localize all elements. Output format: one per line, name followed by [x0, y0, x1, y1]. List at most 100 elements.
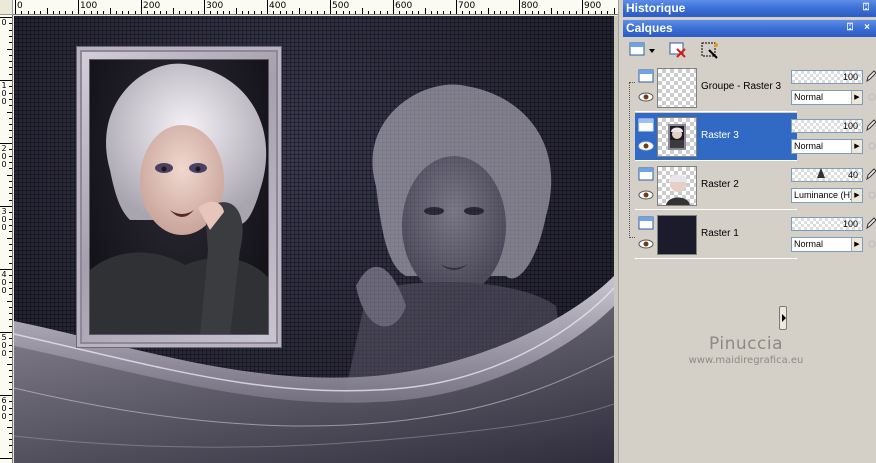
ruler-tick [9, 338, 12, 340]
canvas-area: 0 100 200 300 400 500 600 700 800 900 0 100 200 300 4… [0, 0, 618, 463]
ruler-top-label: 900 [584, 1, 602, 11]
layer-row-raster-1[interactable]: Raster 1 [635, 211, 797, 259]
ruler-tick [9, 92, 12, 94]
eye-icon[interactable] [638, 239, 654, 249]
raster-layer-icon[interactable] [638, 118, 654, 132]
ruler-tick [33, 11, 35, 14]
ruler-tick [153, 11, 155, 14]
ruler-tick [506, 11, 508, 14]
new-layer-button[interactable] [627, 40, 657, 60]
chevron-right-icon: ▶ [851, 140, 862, 153]
blend-mode-value: Normal [794, 141, 824, 151]
blend-mode-value: Luminance (H) [794, 190, 854, 200]
pencil-icon[interactable] [865, 118, 876, 132]
layer-row-raster-2[interactable]: Raster 2 [635, 162, 797, 210]
ruler-top: 0 100 200 300 400 500 600 700 800 900 [13, 0, 618, 15]
calques-panel-title-bar[interactable]: Calques ⍠ × [623, 20, 876, 37]
blend-mode-select[interactable]: Normal ▶ [791, 90, 863, 105]
ruler-tick [569, 11, 571, 14]
calques-close-icon[interactable]: × [860, 21, 874, 35]
ruler-tick [512, 11, 514, 14]
link-icon[interactable] [867, 92, 876, 102]
pencil-icon[interactable] [865, 69, 876, 83]
ruler-tick [9, 161, 12, 163]
opacity-slider-thumb[interactable] [817, 168, 825, 178]
ruler-tick [9, 54, 12, 56]
opacity-slider[interactable]: 100 [791, 119, 863, 133]
ruler-tick [273, 11, 275, 14]
blend-mode-select[interactable]: Normal ▶ [791, 139, 863, 154]
ruler-tick [7, 111, 12, 113]
raster-layer-icon[interactable] [638, 167, 654, 181]
image-canvas[interactable] [14, 16, 614, 463]
ruler-tick [9, 29, 12, 31]
eye-icon[interactable] [638, 92, 654, 102]
ruler-tick [355, 11, 357, 14]
ruler-tick [437, 11, 439, 14]
ruler-tick [348, 11, 350, 14]
ruler-corner [0, 0, 13, 15]
ruler-tick [292, 11, 294, 14]
ruler-top-label: 800 [521, 1, 539, 11]
mask-icon [701, 42, 718, 59]
panel-splitter-handle[interactable] [779, 306, 787, 330]
ruler-tick [9, 105, 12, 107]
ruler-tick [393, 0, 394, 14]
ruler-tick [525, 11, 527, 14]
ruler-tick [96, 11, 98, 14]
opacity-slider[interactable]: 100 [791, 217, 863, 231]
layer-thumbnail [657, 117, 697, 157]
opacity-slider[interactable]: 40 [791, 168, 863, 182]
ruler-tick [9, 98, 12, 100]
link-icon[interactable] [867, 239, 876, 249]
ruler-tick [418, 11, 420, 14]
raster-layer-icon[interactable] [638, 216, 654, 230]
link-icon[interactable] [867, 141, 876, 151]
ruler-tick [191, 11, 193, 14]
pencil-icon[interactable] [865, 167, 876, 181]
blend-mode-select[interactable]: Normal ▶ [791, 237, 863, 252]
historique-panel-title-bar[interactable]: Historique ⍠ [623, 0, 876, 17]
ruler-tick [9, 117, 12, 119]
ruler-tick [298, 8, 300, 14]
ruler-tick [9, 325, 12, 327]
ruler-tick [122, 11, 124, 14]
link-icon[interactable] [867, 190, 876, 200]
ruler-tick [115, 11, 117, 14]
ruler-tick [9, 256, 12, 258]
pencil-icon[interactable] [865, 216, 876, 230]
ruler-tick [317, 11, 319, 14]
ruler-tick [0, 332, 12, 333]
layer-row-raster-3[interactable]: Raster 3 [635, 113, 797, 161]
ruler-tick [241, 11, 243, 14]
ruler-tick [84, 11, 86, 14]
ruler-tick [487, 8, 489, 14]
layer-name: Raster 3 [701, 130, 739, 141]
layers-toolbar [623, 38, 876, 62]
ruler-tick [468, 11, 470, 14]
blend-mode-select[interactable]: Luminance (H) ▶ [791, 188, 863, 203]
ruler-tick [9, 180, 12, 182]
layer-row-groupe-raster-3[interactable]: Groupe - Raster 3 [635, 64, 797, 112]
delete-layer-button[interactable] [667, 40, 689, 60]
historique-pin-icon[interactable]: ⍠ [859, 1, 873, 15]
ruler-tick [311, 11, 313, 14]
opacity-slider[interactable]: 100 [791, 70, 863, 84]
chevron-right-icon: ▶ [851, 91, 862, 104]
ruler-tick [9, 401, 12, 403]
ruler-tick [563, 11, 565, 14]
mask-button[interactable] [699, 40, 721, 60]
ruler-tick [52, 11, 54, 14]
ruler-left-label: 0 [1, 223, 7, 232]
ruler-tick [134, 11, 136, 14]
eye-icon[interactable] [638, 190, 654, 200]
ruler-tick [9, 218, 12, 220]
ruler-tick [9, 369, 12, 371]
ruler-tick [386, 11, 388, 14]
group-layer-icon[interactable] [638, 69, 654, 83]
calques-pin-icon[interactable]: ⍠ [843, 21, 857, 35]
chevron-right-icon: ▶ [851, 238, 862, 251]
ruler-tick [9, 420, 12, 422]
eye-icon[interactable] [638, 141, 654, 151]
ruler-tick [9, 413, 12, 415]
